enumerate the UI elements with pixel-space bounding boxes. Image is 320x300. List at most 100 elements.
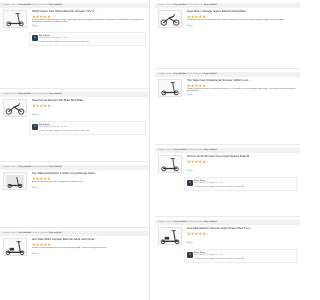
review-text: Hot Sale 2022 Scooter Electric Adult wit… bbox=[32, 238, 146, 256]
product-thumbnail[interactable] bbox=[158, 227, 182, 245]
section-divider bbox=[0, 227, 149, 228]
on-time-shipment-value: Very satisfied bbox=[48, 4, 62, 6]
screen: Supplier service: Very satisfied On-time… bbox=[0, 0, 300, 300]
supplier-message: Thanks for your support, we will do our … bbox=[194, 185, 245, 188]
section-divider bbox=[0, 88, 149, 89]
product-thumbnail[interactable] bbox=[3, 99, 27, 117]
star-icon: ★ bbox=[47, 102, 51, 108]
supplier-service-value: Very satisfied bbox=[18, 166, 32, 168]
on-time-shipment-value: Very satisfied bbox=[48, 93, 62, 95]
on-time-shipment-value: Very satisfied bbox=[203, 149, 217, 151]
on-time-shipment-value: Very satisfied bbox=[203, 4, 217, 6]
supplier-service-value: Very satisfied bbox=[18, 93, 32, 95]
reply-link[interactable]: Reply bbox=[32, 253, 146, 256]
review-text: Top Sale Fast Charging E-Scooter 120km L… bbox=[187, 79, 297, 97]
product-thumbnail[interactable] bbox=[158, 155, 182, 173]
review-text: 2020 Green Two Wheel Electric Scooter 72… bbox=[32, 10, 146, 28]
review-text: New Retro Vintage Super Electric Motorbi… bbox=[187, 10, 297, 28]
supplier-service-label: Supplier service: bbox=[3, 232, 18, 234]
supplier-company: Bona Bajaj Technology Co., Ltd. bbox=[39, 37, 68, 40]
review-card: Supplier service: Very satisfied On-time… bbox=[155, 72, 300, 99]
reviews-column-right: Supplier service: Very satisfied On-time… bbox=[155, 0, 300, 300]
supplier-service-label: Supplier service: bbox=[158, 4, 173, 6]
product-thumbnail[interactable] bbox=[3, 172, 27, 190]
on-time-shipment-label: On-time shipment: bbox=[31, 93, 49, 95]
reply-link[interactable]: Reply bbox=[32, 25, 146, 28]
supplier-service-label: Supplier service: bbox=[3, 93, 18, 95]
supplier-service-value: Very satisfied bbox=[18, 232, 32, 234]
on-time-shipment-label: On-time shipment: bbox=[31, 232, 49, 234]
on-time-shipment-label: On-time shipment: bbox=[186, 73, 204, 75]
review-body: Hot Sale Electric Scooter High Power Max… bbox=[155, 225, 300, 247]
review-card: Supplier service: Very satisfied On-time… bbox=[0, 92, 149, 136]
review-body: Top Sale Fast Charging E-Scooter 120km L… bbox=[155, 77, 300, 99]
supplier-message: Thanks for your support, we will do our … bbox=[39, 40, 90, 43]
review-content: Great bike, looks great and rides very s… bbox=[187, 18, 285, 21]
star-icon: ★ bbox=[202, 158, 206, 164]
on-time-shipment-value: Very satisfied bbox=[48, 166, 62, 168]
supplier-reply: B Bona Bajaj Bona Bajaj Technology Co., Lt… bbox=[29, 31, 146, 47]
on-time-shipment-label: On-time shipment: bbox=[186, 149, 204, 151]
review-card: Supplier service: Very satisfied On-time… bbox=[155, 148, 300, 192]
on-time-shipment-value: Very satisfied bbox=[203, 73, 217, 75]
reply-link[interactable]: Reply bbox=[32, 114, 146, 117]
product-thumbnail[interactable] bbox=[158, 79, 182, 97]
on-time-shipment-value: Very satisfied bbox=[203, 221, 217, 223]
review-text: Top Sale Dual Motor 1.20km Long Range Ad… bbox=[32, 172, 146, 190]
supplier-company: Bona Bajaj Technology Co., Ltd. bbox=[194, 254, 223, 257]
review-body: Top Sale Dual Motor 1.20km Long Range Ad… bbox=[0, 170, 149, 192]
reply-link[interactable]: Reply bbox=[187, 242, 297, 245]
supplier-service-value: Very satisfied bbox=[173, 149, 187, 151]
reply-link[interactable]: Reply bbox=[187, 170, 297, 173]
review-card: Supplier service: Very satisfied On-time… bbox=[0, 165, 149, 192]
reply-link[interactable]: Reply bbox=[32, 187, 146, 190]
review-content bbox=[32, 108, 146, 113]
review-card: Supplier service: Very satisfied On-time… bbox=[155, 3, 300, 30]
section-divider bbox=[0, 161, 149, 162]
review-content bbox=[187, 236, 297, 241]
review-content: Electric scooter. Arrived just in time a… bbox=[32, 246, 107, 249]
supplier-company: Bona Bajaj Technology Co., Ltd. bbox=[39, 126, 68, 129]
supplier-service-label: Supplier service: bbox=[3, 4, 18, 6]
on-time-shipment-label: On-time shipment: bbox=[31, 166, 49, 168]
product-thumbnail[interactable] bbox=[158, 10, 182, 28]
review-content: I liked the electric scooter, has become… bbox=[187, 87, 296, 93]
supplier-service-label: Supplier service: bbox=[158, 149, 173, 151]
supplier-reply: B Bona Bajaj Bona Bajaj Technology Co., Lt… bbox=[184, 176, 297, 192]
review-body: New Retro Vintage Super Electric Motorbi… bbox=[155, 8, 300, 30]
supplier-avatar: B bbox=[187, 251, 193, 258]
review-text: Hot Sale Electric Scooter High Power Max… bbox=[187, 227, 297, 245]
supplier-service-label: Supplier service: bbox=[3, 166, 18, 168]
review-content: good, all have come to reach, very good … bbox=[32, 180, 83, 183]
on-time-shipment-label: On-time shipment: bbox=[186, 4, 204, 6]
review-body: New Arrival Electric Dirt Bike Mini Bike… bbox=[0, 97, 149, 119]
review-content: Good scooter. 60-65km on one charge, goo… bbox=[32, 18, 144, 24]
supplier-avatar: B bbox=[32, 34, 38, 41]
star-icon: ★ bbox=[202, 230, 206, 236]
review-body: Hot Sale 2022 Scooter Electric Adult wit… bbox=[0, 236, 149, 258]
review-body: Tauruz G10 Off-road Tyres High Speed Dua… bbox=[155, 153, 300, 175]
review-card: Supplier service: Very satisfied On-time… bbox=[0, 3, 149, 47]
supplier-company: Bona Bajaj Technology Co., Ltd. bbox=[194, 182, 223, 185]
supplier-service-label: Supplier service: bbox=[158, 73, 173, 75]
product-thumbnail[interactable] bbox=[3, 10, 27, 28]
reply-link[interactable]: Reply bbox=[187, 25, 297, 28]
section-divider bbox=[155, 68, 300, 69]
supplier-avatar: B bbox=[187, 179, 193, 186]
supplier-service-value: Very satisfied bbox=[173, 221, 187, 223]
review-card: Supplier service: Very satisfied On-time… bbox=[155, 220, 300, 264]
supplier-reply: B Bona Bajaj Bona Bajaj Technology Co., Lt… bbox=[184, 248, 297, 264]
section-divider bbox=[155, 216, 300, 217]
supplier-avatar: B bbox=[32, 123, 38, 130]
supplier-reply: B Bona Bajaj Bona Bajaj Technology Co., Lt… bbox=[29, 120, 146, 136]
review-text: Tauruz G10 Off-road Tyres High Speed Dua… bbox=[187, 155, 297, 173]
product-thumbnail[interactable] bbox=[3, 238, 27, 256]
review-text: New Arrival Electric Dirt Bike Mini Bike… bbox=[32, 99, 146, 117]
reply-link[interactable]: Reply bbox=[187, 94, 297, 97]
section-divider bbox=[155, 144, 300, 145]
supplier-service-value: Very satisfied bbox=[173, 73, 187, 75]
review-body: 2020 Green Two Wheel Electric Scooter 72… bbox=[0, 8, 149, 30]
supplier-message: Thanks for your support, we will do our … bbox=[39, 129, 90, 132]
supplier-service-value: Very satisfied bbox=[173, 4, 187, 6]
reviews-column-left: Supplier service: Very satisfied On-time… bbox=[0, 0, 150, 300]
